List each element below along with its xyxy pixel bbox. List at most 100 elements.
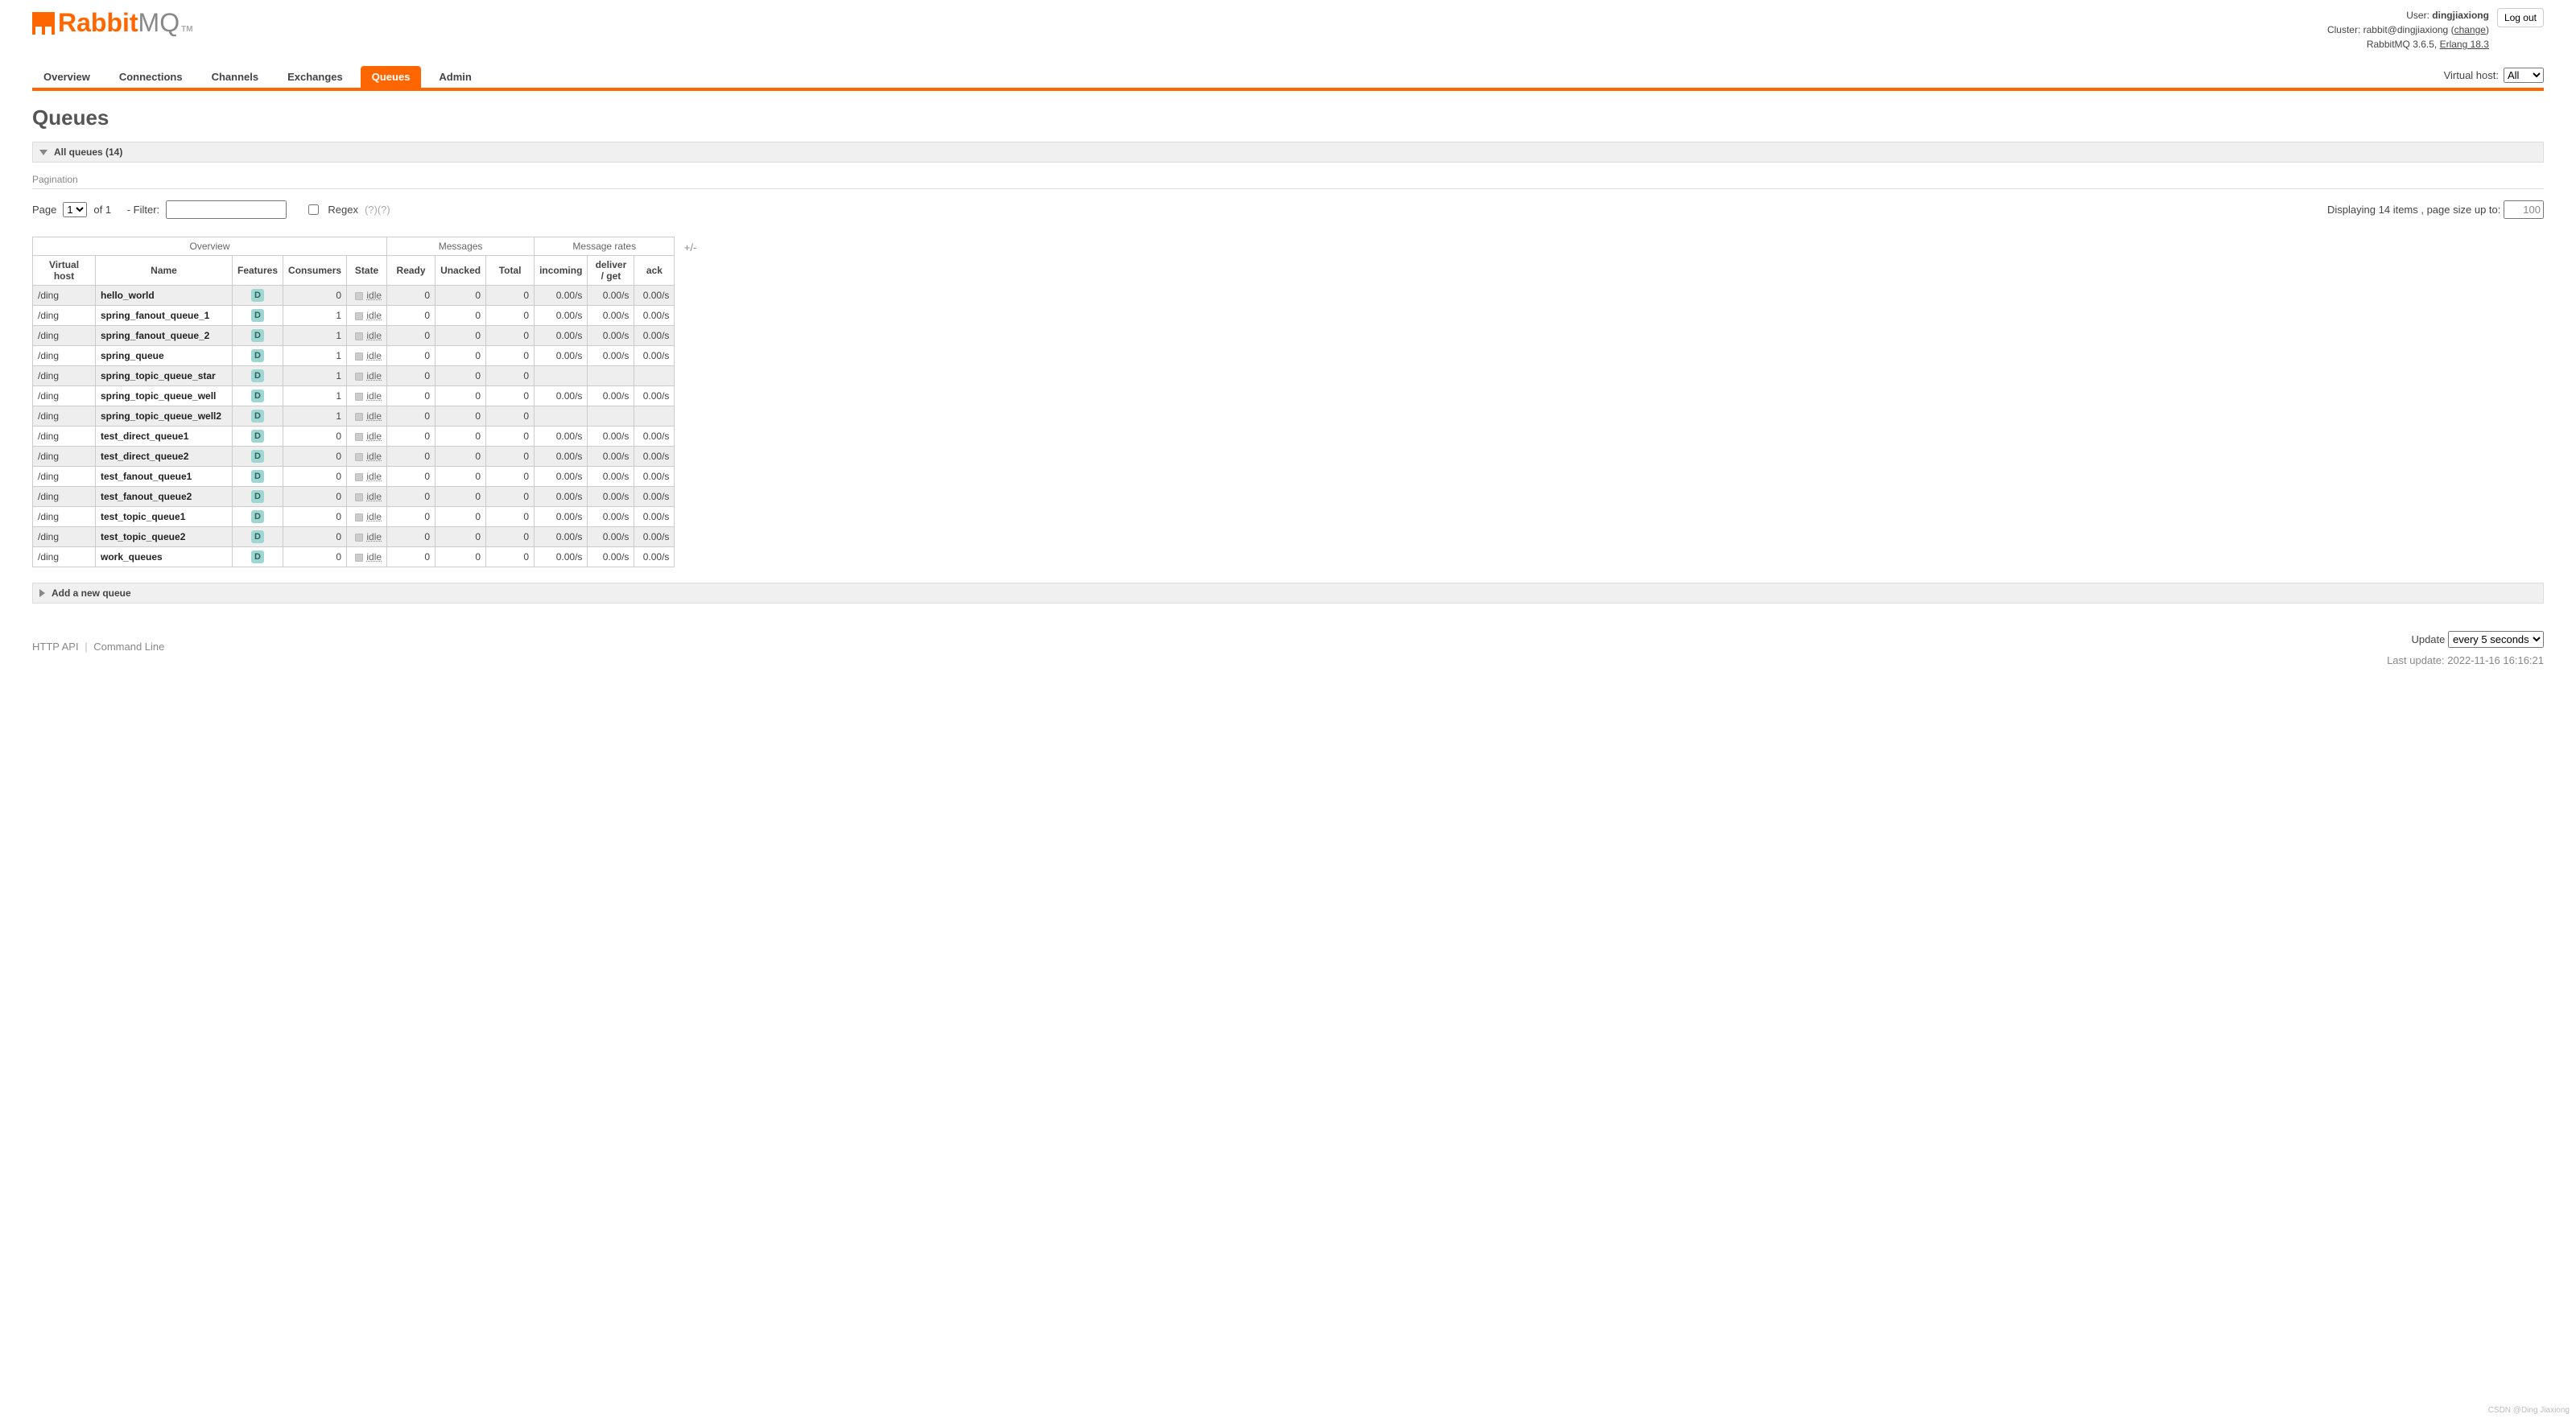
cell-incoming: 0.00/s xyxy=(535,467,588,487)
queue-name-link[interactable]: spring_queue xyxy=(101,350,164,361)
cell-vhost: /ding xyxy=(33,507,96,527)
cell-state: idle xyxy=(347,547,387,567)
cell-ready: 0 xyxy=(387,487,436,507)
cell-consumers: 0 xyxy=(283,527,347,547)
cell-deliver: 0.00/s xyxy=(588,467,634,487)
state-idle-icon xyxy=(355,292,363,300)
th-group-overview: Overview xyxy=(33,237,387,256)
queue-name-link[interactable]: hello_world xyxy=(101,290,155,301)
cell-total: 0 xyxy=(486,467,535,487)
queue-name-link[interactable]: spring_topic_queue_well2 xyxy=(101,410,221,422)
cell-consumers: 1 xyxy=(283,306,347,326)
tab-admin[interactable]: Admin xyxy=(427,66,482,88)
erlang-version-link[interactable]: Erlang 18.3 xyxy=(2440,39,2489,50)
cell-vhost: /ding xyxy=(33,366,96,386)
th-deliver[interactable]: deliver / get xyxy=(588,256,634,286)
vhost-select[interactable]: All xyxy=(2504,68,2544,83)
command-line-link[interactable]: Command Line xyxy=(93,641,164,653)
cell-total: 0 xyxy=(486,447,535,467)
cell-ready: 0 xyxy=(387,507,436,527)
cell-state: idle xyxy=(347,306,387,326)
page-select[interactable]: 1 xyxy=(63,202,87,217)
th-name[interactable]: Name xyxy=(96,256,233,286)
cell-ready: 0 xyxy=(387,306,436,326)
cell-consumers: 0 xyxy=(283,507,347,527)
th-total[interactable]: Total xyxy=(486,256,535,286)
th-features[interactable]: Features xyxy=(233,256,283,286)
chevron-down-icon xyxy=(39,150,47,155)
http-api-link[interactable]: HTTP API xyxy=(32,641,79,653)
state-idle-icon xyxy=(355,473,363,481)
state-idle-icon xyxy=(355,493,363,501)
rabbitmq-logo[interactable]: RabbitMQTM xyxy=(32,8,193,38)
tab-queues[interactable]: Queues xyxy=(361,66,422,88)
durable-badge: D xyxy=(251,329,264,342)
pagination-label: Pagination xyxy=(32,169,2544,189)
all-queues-section-toggle[interactable]: All queues (14) xyxy=(32,142,2544,163)
queue-name-link[interactable]: test_direct_queue1 xyxy=(101,431,188,442)
th-ack[interactable]: ack xyxy=(634,256,675,286)
queues-table: Overview Messages Message rates Virtual … xyxy=(32,237,675,567)
cell-state: idle xyxy=(347,406,387,427)
page-label: Page xyxy=(32,204,56,216)
cell-consumers: 0 xyxy=(283,286,347,306)
cell-incoming: 0.00/s xyxy=(535,547,588,567)
cell-total: 0 xyxy=(486,427,535,447)
queue-name-link[interactable]: test_topic_queue2 xyxy=(101,531,185,542)
th-ready[interactable]: Ready xyxy=(387,256,436,286)
queue-name-link[interactable]: spring_fanout_queue_2 xyxy=(101,330,209,341)
cell-state: idle xyxy=(347,487,387,507)
tab-overview[interactable]: Overview xyxy=(32,66,101,88)
cell-incoming xyxy=(535,406,588,427)
cell-consumers: 0 xyxy=(283,447,347,467)
cell-deliver: 0.00/s xyxy=(588,286,634,306)
page-size-input[interactable] xyxy=(2504,200,2544,219)
update-interval-select[interactable]: every 5 seconds xyxy=(2448,631,2544,648)
cell-total: 0 xyxy=(486,386,535,406)
cell-deliver xyxy=(588,366,634,386)
cell-ack: 0.00/s xyxy=(634,487,675,507)
state-idle-icon xyxy=(355,393,363,401)
queue-name-link[interactable]: spring_fanout_queue_1 xyxy=(101,310,209,321)
all-queues-label: All queues (14) xyxy=(54,146,122,158)
queue-name-link[interactable]: work_queues xyxy=(101,551,163,563)
columns-toggle[interactable]: +/- xyxy=(684,241,697,254)
change-cluster-link[interactable]: change xyxy=(2454,24,2486,35)
cell-incoming: 0.00/s xyxy=(535,326,588,346)
cell-consumers: 1 xyxy=(283,406,347,427)
th-state[interactable]: State xyxy=(347,256,387,286)
cell-ready: 0 xyxy=(387,346,436,366)
regex-checkbox[interactable] xyxy=(308,204,319,215)
queue-name-link[interactable]: spring_topic_queue_well xyxy=(101,390,216,402)
queue-name-link[interactable]: test_fanout_queue2 xyxy=(101,491,192,502)
cell-features: D xyxy=(233,427,283,447)
queue-name-link[interactable]: test_fanout_queue1 xyxy=(101,471,192,482)
user-name: dingjiaxiong xyxy=(2432,10,2489,21)
durable-badge: D xyxy=(251,510,264,523)
regex-help-link[interactable]: (?)(?) xyxy=(365,204,390,216)
vhost-label: Virtual host: xyxy=(2444,69,2499,81)
tab-channels[interactable]: Channels xyxy=(200,66,270,88)
durable-badge: D xyxy=(251,369,264,382)
cell-vhost: /ding xyxy=(33,326,96,346)
queue-name-link[interactable]: test_direct_queue2 xyxy=(101,451,188,462)
page-title: Queues xyxy=(32,105,2544,130)
th-unacked[interactable]: Unacked xyxy=(436,256,486,286)
durable-badge: D xyxy=(251,289,264,302)
cell-features: D xyxy=(233,507,283,527)
queue-name-link[interactable]: spring_topic_queue_star xyxy=(101,370,216,381)
th-consumers[interactable]: Consumers xyxy=(283,256,347,286)
filter-input[interactable] xyxy=(166,200,287,219)
cell-features: D xyxy=(233,386,283,406)
add-queue-section-toggle[interactable]: Add a new queue xyxy=(32,583,2544,604)
logout-button[interactable]: Log out xyxy=(2497,8,2544,27)
cell-unacked: 0 xyxy=(436,306,486,326)
queue-name-link[interactable]: test_topic_queue1 xyxy=(101,511,185,522)
th-incoming[interactable]: incoming xyxy=(535,256,588,286)
th-vhost[interactable]: Virtual host xyxy=(33,256,96,286)
cell-state: idle xyxy=(347,286,387,306)
state-idle-icon xyxy=(355,433,363,441)
tab-exchanges[interactable]: Exchanges xyxy=(276,66,354,88)
durable-badge: D xyxy=(251,470,264,483)
tab-connections[interactable]: Connections xyxy=(108,66,194,88)
